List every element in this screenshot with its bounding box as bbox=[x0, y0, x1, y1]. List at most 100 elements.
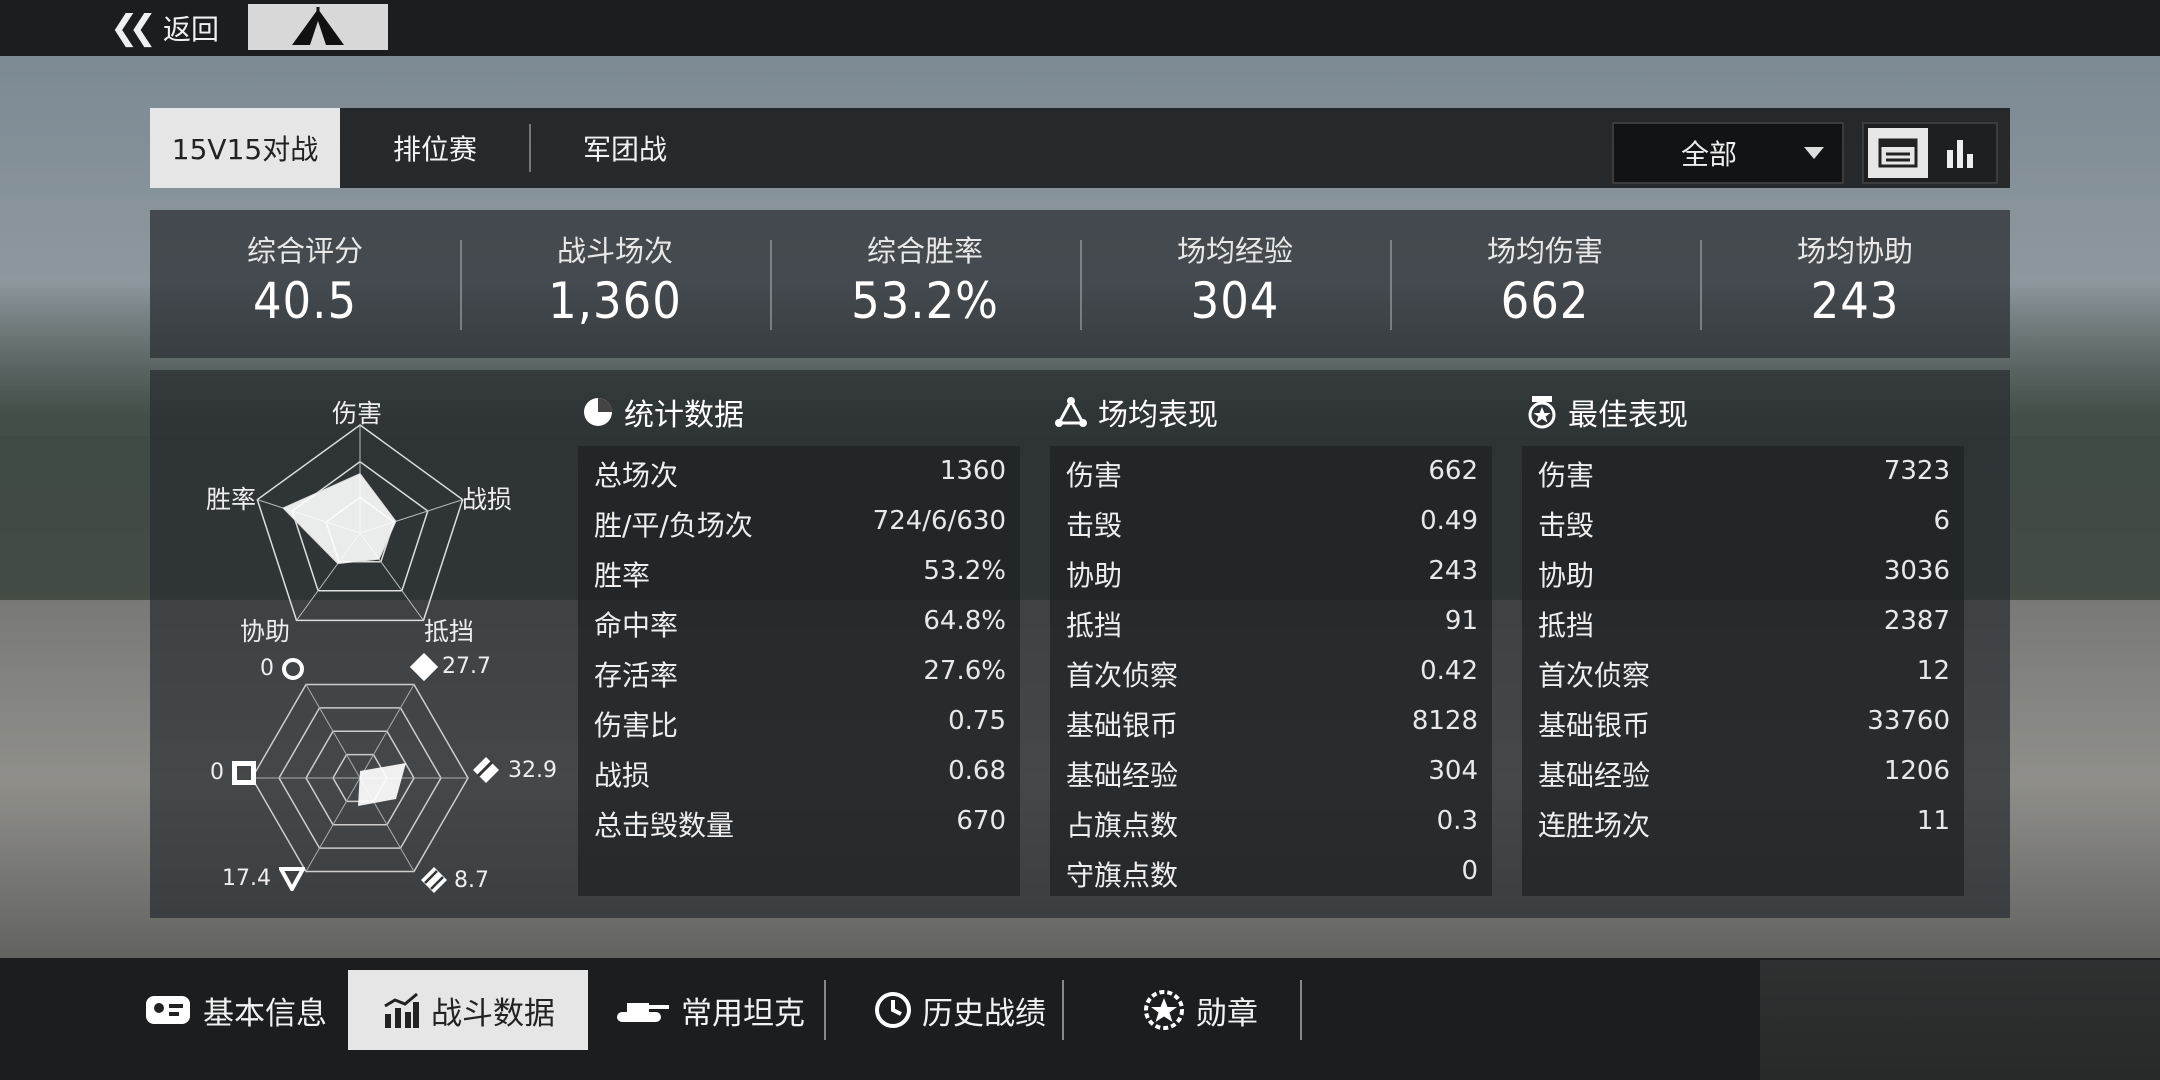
row-value: 1206 bbox=[1883, 756, 1950, 786]
hex-top-left-stat: 0 bbox=[260, 656, 304, 681]
bottom-tab-medals[interactable]: 勋章 bbox=[1100, 970, 1300, 1050]
tab-label: 基本信息 bbox=[203, 995, 327, 1032]
row-value: 2387 bbox=[1883, 606, 1950, 636]
row-value: 662 bbox=[1428, 456, 1478, 486]
tab-label: 15V15对战 bbox=[171, 133, 319, 166]
triangle-nodes-icon bbox=[1055, 397, 1087, 427]
row-value: 243 bbox=[1428, 556, 1478, 586]
view-toggle bbox=[1862, 122, 1998, 184]
tab-15v15[interactable]: 15V15对战 bbox=[150, 108, 340, 188]
row-value: 53.2% bbox=[923, 556, 1006, 586]
list-item: 抵挡 91 bbox=[1050, 596, 1492, 646]
stats-section-title: 统计数据 bbox=[582, 390, 744, 434]
bottom-tab-battle-data[interactable]: 战斗数据 bbox=[348, 970, 588, 1050]
row-key: 伤害 bbox=[1066, 459, 1123, 492]
tab-ranked[interactable]: 排位赛 bbox=[340, 108, 530, 188]
row-key: 战损 bbox=[594, 759, 651, 792]
hex-value: 17.4 bbox=[222, 866, 271, 891]
list-item: 守旗点数 0 bbox=[1050, 846, 1492, 896]
row-key: 首次侦察 bbox=[1066, 659, 1179, 692]
chart-view-button[interactable] bbox=[1930, 128, 1990, 178]
row-key: 胜/平/负场次 bbox=[594, 509, 753, 542]
list-view-button[interactable] bbox=[1868, 128, 1928, 178]
stat-battles: 战斗场次 1,360 bbox=[460, 228, 770, 330]
bottom-tab-common-tanks[interactable]: 常用坦克 bbox=[600, 970, 820, 1050]
list-item: 总击毁数量 670 bbox=[578, 796, 1020, 846]
radar-label-losses: 战损 bbox=[462, 485, 513, 514]
row-value: 724/6/630 bbox=[872, 506, 1006, 536]
section-title-text: 最佳表现 bbox=[1568, 398, 1688, 433]
row-value: 0 bbox=[1461, 856, 1478, 886]
list-item: 抵挡 2387 bbox=[1522, 596, 1964, 646]
tab-divider bbox=[824, 980, 826, 1040]
bar-chart-icon bbox=[1947, 140, 1973, 168]
row-value: 0.3 bbox=[1436, 806, 1478, 836]
hex-bottom-left-stat: 17.4 bbox=[222, 866, 305, 891]
row-key: 伤害比 bbox=[594, 709, 679, 742]
row-key: 基础经验 bbox=[1538, 759, 1651, 792]
row-value: 64.8% bbox=[923, 606, 1006, 636]
list-item: 基础银币 8128 bbox=[1050, 696, 1492, 746]
row-key: 抵挡 bbox=[1538, 609, 1595, 642]
tab-label: 勋章 bbox=[1196, 995, 1258, 1032]
radar-label-block: 抵挡 bbox=[424, 617, 475, 646]
best-section-title: 最佳表现 bbox=[1526, 390, 1688, 434]
row-value: 0.75 bbox=[948, 706, 1006, 736]
stat-label: 场均伤害 bbox=[1486, 234, 1603, 268]
filter-dropdown[interactable]: 全部 bbox=[1612, 122, 1844, 184]
row-key: 总击毁数量 bbox=[594, 809, 735, 842]
id-card-icon bbox=[146, 996, 190, 1024]
hex-value: 0 bbox=[210, 760, 224, 785]
double-chevron-left-icon: ❮❮ bbox=[110, 8, 157, 48]
back-label: 返回 bbox=[162, 13, 219, 46]
list-item: 伤害 662 bbox=[1050, 446, 1492, 496]
back-button[interactable]: ❮❮ 返回 bbox=[110, 8, 219, 48]
tent-icon bbox=[292, 7, 344, 45]
stat-value: 243 bbox=[1810, 272, 1900, 330]
row-key: 抵挡 bbox=[1066, 609, 1123, 642]
hex-left-stat: 0 bbox=[210, 760, 256, 785]
tank-silhouette bbox=[1760, 960, 2160, 1080]
list-item: 伤害比 0.75 bbox=[578, 696, 1020, 746]
list-item: 基础经验 304 bbox=[1050, 746, 1492, 796]
stat-value: 662 bbox=[1500, 272, 1590, 330]
average-list: 伤害 662 击毁 0.49 协助 243 抵挡 91 首次侦察 0.42 基础银币 812… bbox=[1050, 446, 1492, 896]
list-item: 首次侦察 12 bbox=[1522, 646, 1964, 696]
hex-value: 32.9 bbox=[508, 757, 557, 783]
tab-clan-battle[interactable]: 军团战 bbox=[530, 108, 720, 188]
bar-chart-icon bbox=[384, 992, 419, 1028]
row-value: 0.49 bbox=[1420, 506, 1478, 536]
top-bar: ❮❮ 返回 bbox=[0, 0, 2160, 56]
camp-button[interactable] bbox=[248, 4, 388, 50]
hex-bottom-right-stat: 8.7 bbox=[420, 866, 489, 894]
stat-value: 304 bbox=[1190, 272, 1280, 330]
list-item: 占旗点数 0.3 bbox=[1050, 796, 1492, 846]
row-key: 击毁 bbox=[1538, 509, 1595, 542]
stats-list: 总场次 1360 胜/平/负场次 724/6/630 胜率 53.2% 命中率 64.8… bbox=[578, 446, 1020, 896]
row-key: 基础经验 bbox=[1066, 759, 1179, 792]
list-item: 击毁 6 bbox=[1522, 496, 1964, 546]
row-value: 3036 bbox=[1883, 556, 1950, 586]
list-item: 命中率 64.8% bbox=[578, 596, 1020, 646]
bottom-tab-basic-info[interactable]: 基本信息 bbox=[130, 970, 340, 1050]
pie-chart-icon bbox=[584, 398, 612, 426]
list-item: 存活率 27.6% bbox=[578, 646, 1020, 696]
stat-label: 场均经验 bbox=[1176, 234, 1293, 268]
bottom-tab-history[interactable]: 历史战绩 bbox=[850, 970, 1070, 1050]
tab-label: 军团战 bbox=[582, 133, 667, 166]
average-section-title: 场均表现 bbox=[1054, 390, 1218, 434]
hex-right-stat: 32.9 bbox=[472, 756, 557, 784]
triple-stripe-icon bbox=[421, 867, 447, 893]
list-item: 总场次 1360 bbox=[578, 446, 1020, 496]
summary-panel: 综合评分 40.5 战斗场次 1,360 综合胜率 53.2% 场均经验 304… bbox=[150, 210, 2010, 358]
row-value: 1360 bbox=[939, 456, 1006, 486]
stat-avg-assist: 场均协助 243 bbox=[1700, 228, 2010, 330]
stat-avg-damage: 场均伤害 662 bbox=[1390, 228, 1700, 330]
hex-top-right-stat: 27.7 bbox=[409, 652, 491, 681]
row-value: 11 bbox=[1916, 806, 1950, 836]
row-value: 670 bbox=[956, 806, 1006, 836]
medal-star-icon bbox=[1528, 396, 1556, 429]
list-item: 首次侦察 0.42 bbox=[1050, 646, 1492, 696]
row-key: 命中率 bbox=[594, 609, 679, 642]
row-value: 304 bbox=[1428, 756, 1478, 786]
